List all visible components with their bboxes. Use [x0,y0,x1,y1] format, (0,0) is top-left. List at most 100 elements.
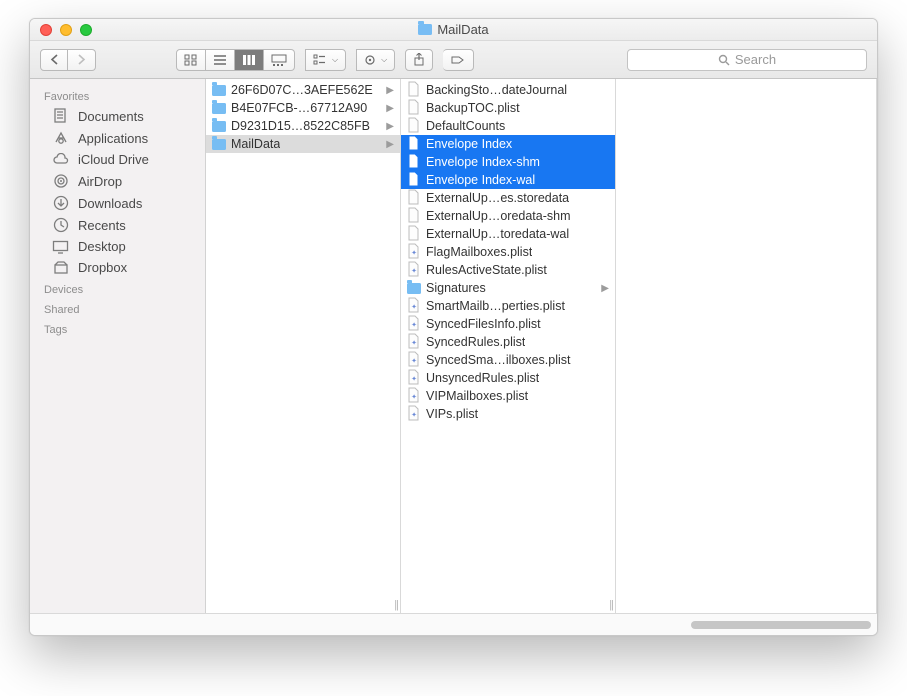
svg-text:✦: ✦ [411,321,417,329]
search-field[interactable]: Search [627,49,867,71]
column-2[interactable]: BackingSto…dateJournal BackupTOC.plist D… [401,79,616,613]
search-placeholder: Search [735,52,776,67]
file-row[interactable]: ExternalUp…es.storedata [401,189,615,207]
item-label: FlagMailboxes.plist [426,245,532,259]
svg-text:✦: ✦ [411,357,417,365]
column-browser: 26F6D07C…3AEFE562E▶B4E07FCB-…67712A90▶D9… [206,79,877,613]
folder-icon [407,283,421,294]
file-row[interactable]: ✦ SmartMailb…perties.plist [401,297,615,315]
item-label: SyncedSma…ilboxes.plist [426,353,571,367]
doc-icon [52,108,69,124]
svg-text:✦: ✦ [411,267,417,275]
sidebar-item-label: Desktop [78,239,126,254]
folder-row[interactable]: MailData▶ [206,135,400,153]
sidebar-section-shared: Shared [30,298,205,318]
toolbar: ⌵ ⌵ [30,41,877,79]
svg-text:✦: ✦ [411,303,417,311]
list-view-button[interactable] [206,49,235,71]
sidebar-item-downloads[interactable]: Downloads [30,192,205,214]
sidebar-item-dropbox[interactable]: Dropbox [30,257,205,278]
nav-buttons [40,49,96,71]
sidebar-item-desktop[interactable]: Desktop [30,236,205,257]
sidebar-item-label: iCloud Drive [78,152,149,167]
minimize-window-button[interactable] [60,24,72,36]
item-label: SyncedRules.plist [426,335,525,349]
desktop-icon [52,240,69,254]
back-button[interactable] [40,49,68,71]
column-view-button[interactable] [235,49,264,71]
file-row[interactable]: BackupTOC.plist [401,99,615,117]
file-icon: ✦ [407,261,421,280]
sidebar-item-applications[interactable]: Applications [30,127,205,149]
file-row[interactable]: ✦ RulesActiveState.plist [401,261,615,279]
file-icon: ✦ [407,351,421,370]
file-row[interactable]: ExternalUp…oredata-shm [401,207,615,225]
sidebar-item-label: Downloads [78,196,142,211]
sidebar-item-documents[interactable]: Documents [30,105,205,127]
file-icon: ✦ [407,333,421,352]
file-row[interactable]: ✦ VIPs.plist [401,405,615,423]
file-row[interactable]: Envelope Index [401,135,615,153]
horizontal-scrollbar[interactable] [477,620,877,630]
scrollbar-thumb[interactable] [691,621,871,629]
file-row[interactable]: Envelope Index-shm [401,153,615,171]
grid-icon [184,54,198,66]
forward-button[interactable] [68,49,96,71]
svg-text:✦: ✦ [411,339,417,347]
item-label: ExternalUp…es.storedata [426,191,569,205]
file-row[interactable]: DefaultCounts [401,117,615,135]
item-label: D9231D15…8522C85FB [231,119,370,133]
columns-icon [242,54,256,66]
sidebar-item-label: Documents [78,109,144,124]
item-label: BackupTOC.plist [426,101,520,115]
icon-view-button[interactable] [176,49,206,71]
arrange-icon [313,54,329,66]
file-row[interactable]: ✦ UnsyncedRules.plist [401,369,615,387]
column-3[interactable] [616,79,877,613]
chevron-down-icon: ⌵ [381,55,387,65]
gallery-view-button[interactable] [264,49,295,71]
column-resize-handle[interactable]: || [394,599,398,611]
zoom-window-button[interactable] [80,24,92,36]
folder-row[interactable]: 26F6D07C…3AEFE562E▶ [206,81,400,99]
file-row[interactable]: Envelope Index-wal [401,171,615,189]
chevron-down-icon: ⌵ [332,55,338,65]
box-icon [52,261,69,275]
action-button[interactable]: ⌵ [356,49,395,71]
folder-row[interactable]: B4E07FCB-…67712A90▶ [206,99,400,117]
svg-text:✦: ✦ [411,249,417,257]
file-row[interactable]: ✦ SyncedRules.plist [401,333,615,351]
file-row[interactable]: ✦ SyncedFilesInfo.plist [401,315,615,333]
share-button[interactable] [405,49,433,71]
share-icon [413,53,425,66]
file-row[interactable]: BackingSto…dateJournal [401,81,615,99]
arrange-button[interactable]: ⌵ [305,49,346,71]
sidebar-item-airdrop[interactable]: AirDrop [30,170,205,192]
file-row[interactable]: ✦ FlagMailboxes.plist [401,243,615,261]
item-label: VIPs.plist [426,407,478,421]
chevron-right-icon: ▶ [386,85,394,96]
folder-row[interactable]: Signatures▶ [401,279,615,297]
tags-button[interactable] [443,49,474,71]
app-icon [52,130,69,146]
close-window-button[interactable] [40,24,52,36]
folder-row[interactable]: D9231D15…8522C85FB▶ [206,117,400,135]
down-icon [52,195,69,211]
item-label: ExternalUp…oredata-shm [426,209,571,223]
chevron-right-icon: ▶ [601,283,609,294]
item-label: ExternalUp…toredata-wal [426,227,569,241]
sidebar-section-tags: Tags [30,318,205,338]
file-row[interactable]: ExternalUp…toredata-wal [401,225,615,243]
status-bar [30,613,877,635]
item-label: MailData [231,137,280,151]
sidebar-item-label: Applications [78,131,148,146]
column-resize-handle[interactable]: || [609,599,613,611]
file-row[interactable]: ✦ SyncedSma…ilboxes.plist [401,351,615,369]
column-1[interactable]: 26F6D07C…3AEFE562E▶B4E07FCB-…67712A90▶D9… [206,79,401,613]
sidebar-item-icloud-drive[interactable]: iCloud Drive [30,149,205,170]
file-row[interactable]: ✦ VIPMailboxes.plist [401,387,615,405]
sidebar-item-recents[interactable]: Recents [30,214,205,236]
airdrop-icon [52,173,69,189]
item-label: SyncedFilesInfo.plist [426,317,541,331]
folder-icon [212,85,226,96]
